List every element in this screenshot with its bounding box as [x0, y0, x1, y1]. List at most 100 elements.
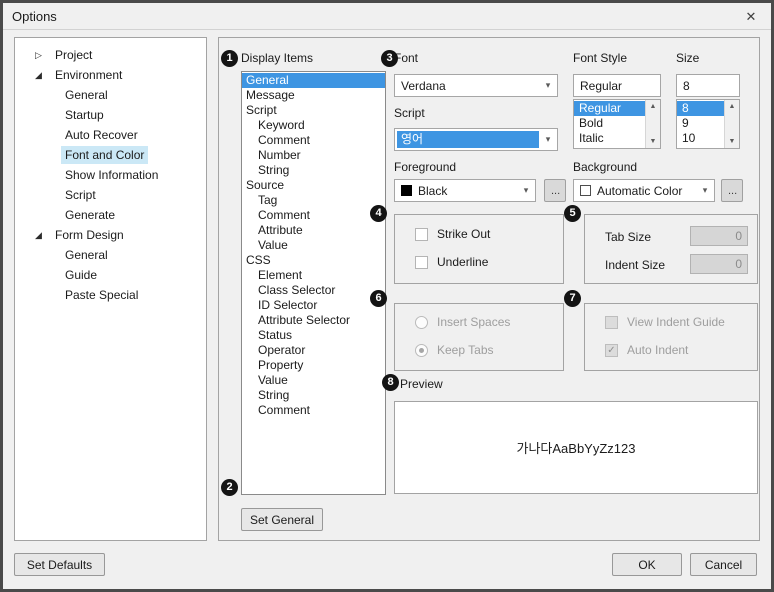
- tree-item-label: Guide: [61, 266, 101, 284]
- display-item[interactable]: String: [242, 163, 385, 178]
- tab-size-group: Tab Size Indent Size: [584, 214, 758, 284]
- size-input[interactable]: [676, 74, 740, 97]
- display-item[interactable]: Comment: [242, 403, 385, 418]
- script-combo-value: 영어: [397, 131, 539, 148]
- font-style-label: Font Style: [573, 51, 627, 65]
- display-item[interactable]: Keyword: [242, 118, 385, 133]
- background-swatch: [580, 185, 591, 196]
- tree-expanded-icon[interactable]: ◢: [35, 230, 51, 241]
- step-badge-2: 2: [221, 479, 238, 496]
- preview-label: Preview: [400, 377, 443, 391]
- display-item[interactable]: Tag: [242, 193, 385, 208]
- display-item[interactable]: String: [242, 388, 385, 403]
- tree-item[interactable]: Script: [15, 185, 206, 205]
- tree-item[interactable]: Auto Recover: [15, 125, 206, 145]
- tree-collapsed-icon[interactable]: ▷: [35, 50, 51, 61]
- display-item[interactable]: Script: [242, 103, 385, 118]
- keep-tabs-label: Keep Tabs: [437, 343, 494, 357]
- step-badge-4: 4: [370, 205, 387, 222]
- foreground-more-button[interactable]: ...: [544, 179, 566, 202]
- display-item[interactable]: Value: [242, 373, 385, 388]
- tree-item-label: Project: [51, 46, 96, 64]
- display-item[interactable]: Status: [242, 328, 385, 343]
- tree-item-label: Font and Color: [61, 146, 148, 164]
- listbox-option[interactable]: Italic: [574, 131, 645, 146]
- scroll-down-icon[interactable]: ▼: [650, 138, 657, 145]
- set-defaults-button[interactable]: Set Defaults: [14, 553, 105, 576]
- listbox-option[interactable]: Bold: [574, 116, 645, 131]
- view-indent-guide-label: View Indent Guide: [627, 315, 725, 329]
- tab-size-input: [690, 226, 748, 246]
- display-items-label: Display Items: [241, 51, 313, 65]
- tree-item[interactable]: Font and Color: [15, 145, 206, 165]
- tree-item-label: General: [61, 86, 112, 104]
- tree-item[interactable]: Paste Special: [15, 285, 206, 305]
- display-item[interactable]: Element: [242, 268, 385, 283]
- close-button[interactable]: ✕: [739, 6, 763, 26]
- foreground-combo[interactable]: Black ▾: [394, 179, 536, 202]
- insert-spaces-label: Insert Spaces: [437, 315, 510, 329]
- tree-item[interactable]: Show Information: [15, 165, 206, 185]
- tree-item[interactable]: General: [15, 85, 206, 105]
- preview-box: 가나다AaBbYyZz123: [394, 401, 758, 494]
- display-item[interactable]: Class Selector: [242, 283, 385, 298]
- display-item[interactable]: Value: [242, 238, 385, 253]
- underline-label: Underline: [437, 255, 488, 269]
- tree-item-label: Show Information: [61, 166, 162, 184]
- background-more-button[interactable]: ...: [721, 179, 743, 202]
- display-items-list: GeneralMessageScriptKeywordCommentNumber…: [241, 71, 386, 495]
- set-general-button[interactable]: Set General: [241, 508, 323, 531]
- background-combo[interactable]: Automatic Color ▾: [573, 179, 715, 202]
- tree-item[interactable]: Startup: [15, 105, 206, 125]
- strike-out-row[interactable]: Strike Out: [415, 227, 490, 241]
- tree-item-label: Form Design: [51, 226, 128, 244]
- underline-checkbox[interactable]: [415, 256, 428, 269]
- ok-button[interactable]: OK: [612, 553, 682, 576]
- display-item[interactable]: Comment: [242, 133, 385, 148]
- tree-item[interactable]: Generate: [15, 205, 206, 225]
- font-combo[interactable]: Verdana ▾: [394, 74, 558, 97]
- tree-item[interactable]: ◢Form Design: [15, 225, 206, 245]
- insert-spaces-radio: [415, 316, 428, 329]
- listbox-option[interactable]: 10: [677, 131, 724, 146]
- keep-tabs-row: Keep Tabs: [415, 343, 494, 357]
- auto-indent-row: ✓ Auto Indent: [605, 343, 688, 357]
- title-bar[interactable]: Options ✕: [3, 3, 771, 30]
- size-scrollbar[interactable]: ▲ ▼: [724, 100, 739, 148]
- listbox-option[interactable]: 8: [677, 101, 724, 116]
- strike-out-checkbox[interactable]: [415, 228, 428, 241]
- options-dialog: Options ✕ ▷Project◢EnvironmentGeneralSta…: [0, 0, 774, 592]
- display-item[interactable]: CSS: [242, 253, 385, 268]
- indent-size-input: [690, 254, 748, 274]
- font-style-input[interactable]: [573, 74, 661, 97]
- display-item[interactable]: Source: [242, 178, 385, 193]
- scroll-down-icon[interactable]: ▼: [729, 138, 736, 145]
- scroll-up-icon[interactable]: ▲: [650, 103, 657, 110]
- cancel-button[interactable]: Cancel: [690, 553, 757, 576]
- tree-item-label: General: [61, 246, 112, 264]
- display-item[interactable]: Property: [242, 358, 385, 373]
- listbox-option[interactable]: 9: [677, 116, 724, 131]
- step-badge-7: 7: [564, 290, 581, 307]
- listbox-option[interactable]: Regular: [574, 101, 645, 116]
- tree-item[interactable]: General: [15, 245, 206, 265]
- display-item[interactable]: Attribute: [242, 223, 385, 238]
- step-badge-1: 1: [221, 50, 238, 67]
- tree-expanded-icon[interactable]: ◢: [35, 70, 51, 81]
- display-item[interactable]: Message: [242, 88, 385, 103]
- dropdown-arrow-icon: ▾: [517, 185, 535, 196]
- tree-item[interactable]: Guide: [15, 265, 206, 285]
- scroll-up-icon[interactable]: ▲: [729, 103, 736, 110]
- script-combo[interactable]: 영어 ▾: [394, 128, 558, 151]
- display-item[interactable]: ID Selector: [242, 298, 385, 313]
- display-item[interactable]: Attribute Selector: [242, 313, 385, 328]
- tree-item[interactable]: ◢Environment: [15, 65, 206, 85]
- display-item[interactable]: Operator: [242, 343, 385, 358]
- display-item[interactable]: Number: [242, 148, 385, 163]
- display-item[interactable]: General: [242, 73, 385, 88]
- display-item[interactable]: Comment: [242, 208, 385, 223]
- tree-item-label: Script: [61, 186, 100, 204]
- tree-item[interactable]: ▷Project: [15, 45, 206, 65]
- underline-row[interactable]: Underline: [415, 255, 488, 269]
- font-style-scrollbar[interactable]: ▲ ▼: [645, 100, 660, 148]
